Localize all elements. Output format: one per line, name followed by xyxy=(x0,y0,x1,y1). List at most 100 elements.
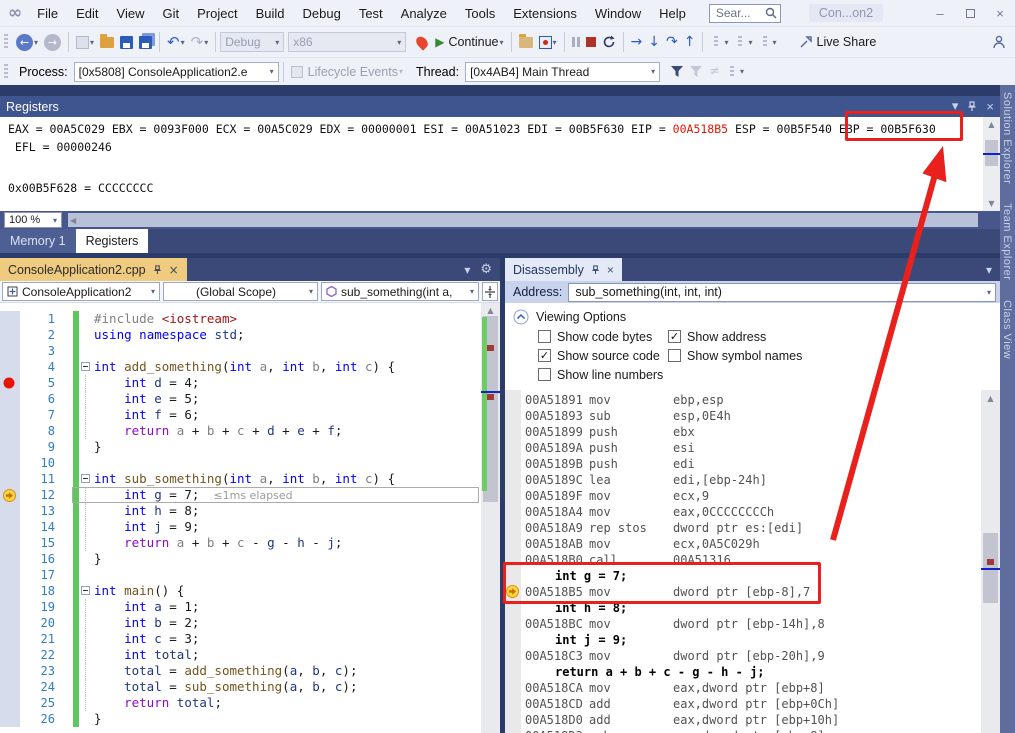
menu-view[interactable]: View xyxy=(108,2,154,25)
sidebar-tab-solution-explorer[interactable]: Solution Explorer xyxy=(1001,92,1013,184)
fold-collapse-box[interactable] xyxy=(79,583,94,599)
breakpoint-icon[interactable] xyxy=(0,375,20,391)
menu-extensions[interactable]: Extensions xyxy=(504,2,586,25)
line-number[interactable]: 15 xyxy=(20,535,55,551)
viewing-options-header[interactable]: Viewing Options xyxy=(513,307,1000,327)
code-line[interactable]: 6 int e = 5; xyxy=(0,391,481,407)
disassembly-line[interactable]: 00A518B0 call 00A51316 xyxy=(505,552,981,568)
checked-checkbox-icon[interactable]: ✓ xyxy=(538,349,551,362)
step-over-button[interactable]: ↷ xyxy=(663,33,681,51)
solution-platform-dropdown[interactable]: x86 ▾ xyxy=(288,32,407,52)
close-icon[interactable]: × xyxy=(169,263,179,277)
tab-memory-1[interactable]: Memory 1 xyxy=(0,229,76,253)
breakpoint-margin[interactable] xyxy=(0,647,20,663)
checked-checkbox-icon[interactable]: ✓ xyxy=(668,330,681,343)
code-line[interactable]: 21 int c = 3; xyxy=(0,631,481,647)
stop-button[interactable] xyxy=(583,35,599,49)
flag-threads-button[interactable] xyxy=(687,64,706,80)
find-in-files-button[interactable] xyxy=(516,33,536,50)
scope-dropdown[interactable]: (Global Scope) ▾ xyxy=(163,282,318,301)
breakpoint-margin[interactable] xyxy=(0,455,20,471)
line-number[interactable]: 19 xyxy=(20,599,55,615)
save-all-button[interactable] xyxy=(136,34,155,51)
disassembly-source-line[interactable]: int g = 7; xyxy=(505,568,981,584)
line-number[interactable]: 22 xyxy=(20,647,55,663)
toolbar-grip[interactable] xyxy=(4,63,8,80)
toolbar-grip[interactable] xyxy=(4,34,8,50)
code-line[interactable]: 11 int sub_something(int a, int b, int c)… xyxy=(0,471,481,487)
breakpoint-margin[interactable] xyxy=(0,663,20,679)
continue-button[interactable]: ▶ Continue ▾ xyxy=(432,33,506,51)
scroll-up-icon[interactable]: ▲ xyxy=(481,306,500,315)
tab-consoleapplication2-cpp[interactable]: ConsoleApplication2.cpp × xyxy=(0,258,187,281)
disassembly-line[interactable]: 00A518CA mov eax,dword ptr [ebp+8] xyxy=(505,680,981,696)
line-number[interactable]: 25 xyxy=(20,695,55,711)
chevron-down-icon[interactable]: ▾ xyxy=(464,263,470,277)
code-line[interactable]: 23 total = add_something(a, b, c); xyxy=(0,663,481,679)
disassembly-line[interactable]: 00A518A9 rep stos dword ptr es:[edi] xyxy=(505,520,981,536)
line-number[interactable]: 9 xyxy=(20,439,55,455)
pause-button[interactable] xyxy=(569,35,583,49)
minimize-button[interactable]: – xyxy=(925,6,955,21)
pin-icon[interactable] xyxy=(153,264,162,275)
breakpoint-margin[interactable] xyxy=(0,407,20,423)
checkbox-show-source-code[interactable]: ✓ Show source code xyxy=(538,349,660,363)
breakpoint-margin[interactable] xyxy=(0,711,20,727)
menu-help[interactable]: Help xyxy=(650,2,695,25)
disassembly-line[interactable]: 00A51891 mov ebp,esp xyxy=(505,392,981,408)
breakpoint-margin[interactable] xyxy=(0,583,20,599)
pin-icon[interactable] xyxy=(591,264,600,275)
code-line[interactable]: 2 using namespace std; xyxy=(0,327,481,343)
toolbar-overflow-4[interactable]: ▾ xyxy=(723,64,747,80)
current-statement-icon[interactable] xyxy=(0,487,20,503)
code-line[interactable]: 14 int j = 9; xyxy=(0,519,481,535)
registers-horizontal-scrollbar[interactable]: ◀ xyxy=(68,213,978,227)
disassembly-line[interactable]: 00A5189C lea edi,[ebp-24h] xyxy=(505,472,981,488)
code-line[interactable]: 7 int f = 6; xyxy=(0,407,481,423)
breakpoint-margin[interactable] xyxy=(0,391,20,407)
code-line[interactable]: 26} xyxy=(0,711,481,727)
hot-reload-button[interactable] xyxy=(412,33,432,51)
code-line[interactable]: 22 int total; xyxy=(0,647,481,663)
code-line[interactable]: 10 xyxy=(0,455,481,471)
disassembly-line[interactable]: 00A518CD add eax,dword ptr [ebp+0Ch] xyxy=(505,696,981,712)
breakpoint-margin[interactable] xyxy=(0,679,20,695)
undo-button[interactable]: ↶ ▾ xyxy=(164,33,188,52)
solution-configuration-dropdown[interactable]: Debug ▾ xyxy=(220,32,285,52)
checkbox-show-symbol-names[interactable]: Show symbol names xyxy=(668,349,802,363)
line-number[interactable]: 14 xyxy=(20,519,55,535)
disassembly-line[interactable]: 00A5189A push esi xyxy=(505,440,981,456)
lifecycle-events-button[interactable]: Lifecycle Events ▾ xyxy=(288,63,406,81)
breakpoint-margin[interactable] xyxy=(0,311,20,327)
tab-disassembly[interactable]: Disassembly × xyxy=(505,258,622,281)
disassembly-source-line[interactable]: int h = 8; xyxy=(505,600,981,616)
process-dropdown[interactable]: [0x5808] ConsoleApplication2.e ▾ xyxy=(73,61,279,82)
breakpoint-margin[interactable] xyxy=(0,503,20,519)
breakpoint-margin[interactable] xyxy=(0,631,20,647)
unchecked-checkbox-icon[interactable] xyxy=(538,330,551,343)
redo-button[interactable]: ↷ ▾ xyxy=(188,33,212,52)
chevron-down-icon[interactable]: ▾ xyxy=(986,263,992,277)
breakpoint-margin[interactable] xyxy=(0,567,20,583)
line-number[interactable]: 13 xyxy=(20,503,55,519)
pin-icon[interactable] xyxy=(967,101,977,112)
scroll-up-icon[interactable]: ▲ xyxy=(981,394,1000,403)
line-number[interactable]: 3 xyxy=(20,343,55,359)
line-number[interactable]: 5 xyxy=(20,375,55,391)
code-line[interactable]: 13 int h = 8; xyxy=(0,503,481,519)
filter-threads-button[interactable] xyxy=(668,64,687,80)
disassembly-source-line[interactable]: int j = 9; xyxy=(505,632,981,648)
menu-test[interactable]: Test xyxy=(350,2,392,25)
search-input[interactable]: Sear... xyxy=(708,3,781,23)
toolbar-overflow-3[interactable]: ▾ xyxy=(756,34,780,50)
new-item-button[interactable]: ▾ xyxy=(73,34,97,51)
close-icon[interactable]: × xyxy=(607,263,614,277)
breakpoint-margin[interactable] xyxy=(0,519,20,535)
code-line[interactable]: 8 return a + b + c + d + e + f; xyxy=(0,423,481,439)
menu-file[interactable]: File xyxy=(28,2,67,25)
open-folder-button[interactable] xyxy=(97,33,117,50)
code-line[interactable]: 3 xyxy=(0,343,481,359)
registers-titlebar[interactable]: Registers ▾ × xyxy=(0,96,1000,117)
unchecked-checkbox-icon[interactable] xyxy=(538,368,551,381)
breakpoints-window-button[interactable]: ▾ xyxy=(536,34,560,51)
